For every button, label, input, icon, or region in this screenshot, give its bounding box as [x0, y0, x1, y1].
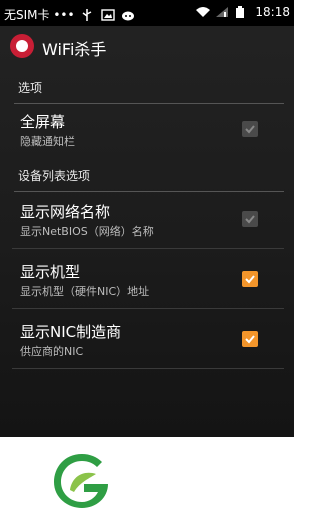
setting-subtitle: 供应商的NIC [20, 345, 84, 358]
notification-icon [121, 9, 135, 21]
wifi-icon [195, 6, 211, 18]
checkmark-icon [245, 275, 255, 284]
checkmark-icon [245, 335, 255, 344]
status-bar: 无SIM卡 ••• 18:18 [0, 0, 294, 26]
checkmark-icon [245, 125, 255, 134]
show-nic-vendor-checkbox[interactable] [242, 331, 258, 347]
setting-title: 显示NIC制造商 [20, 323, 122, 341]
leaf-logo-icon [54, 454, 108, 508]
show-network-name-checkbox[interactable] [242, 211, 258, 227]
signal-icon [215, 6, 229, 18]
fullscreen-checkbox[interactable] [242, 121, 258, 137]
clock: 18:18 [255, 5, 290, 19]
row-divider [12, 308, 284, 309]
watermark-logo [44, 440, 294, 519]
setting-title: 全屏幕 [20, 113, 66, 131]
setting-title: 显示网络名称 [20, 203, 111, 221]
usb-icon [81, 8, 95, 21]
setting-show-model[interactable]: 显示机型 显示机型（硬件NIC）地址 [0, 253, 294, 309]
row-divider [12, 368, 284, 369]
setting-show-nic-vendor[interactable]: 显示NIC制造商 供应商的NIC [0, 313, 294, 369]
wifi-killer-app-icon [10, 34, 34, 58]
checkmark-icon [245, 215, 255, 224]
show-model-checkbox[interactable] [242, 271, 258, 287]
setting-show-network-name[interactable]: 显示网络名称 显示NetBIOS（网络）名称 [0, 193, 294, 249]
row-divider [12, 248, 284, 249]
setting-fullscreen[interactable]: 全屏幕 隐藏通知栏 [0, 103, 294, 159]
setting-subtitle: 显示NetBIOS（网络）名称 [20, 225, 154, 238]
section-header-options: 选项 [14, 79, 284, 104]
section-header-device-list: 设备列表选项 [14, 167, 284, 192]
setting-subtitle: 显示机型（硬件NIC）地址 [20, 285, 150, 298]
setting-title: 显示机型 [20, 263, 81, 281]
battery-icon [235, 6, 249, 18]
carrier-label: 无SIM卡 ••• [4, 8, 75, 22]
app-bar: WiFi杀手 [0, 26, 294, 68]
status-bar-left: 无SIM卡 ••• [4, 6, 135, 23]
status-bar-right: 18:18 [195, 5, 290, 19]
image-icon [100, 8, 115, 21]
setting-subtitle: 隐藏通知栏 [20, 135, 75, 148]
app-title: WiFi杀手 [42, 40, 107, 59]
settings-screen: 无SIM卡 ••• 18:18 WiFi杀手 选项 全屏幕 隐藏通知栏 设备列表… [0, 0, 294, 437]
